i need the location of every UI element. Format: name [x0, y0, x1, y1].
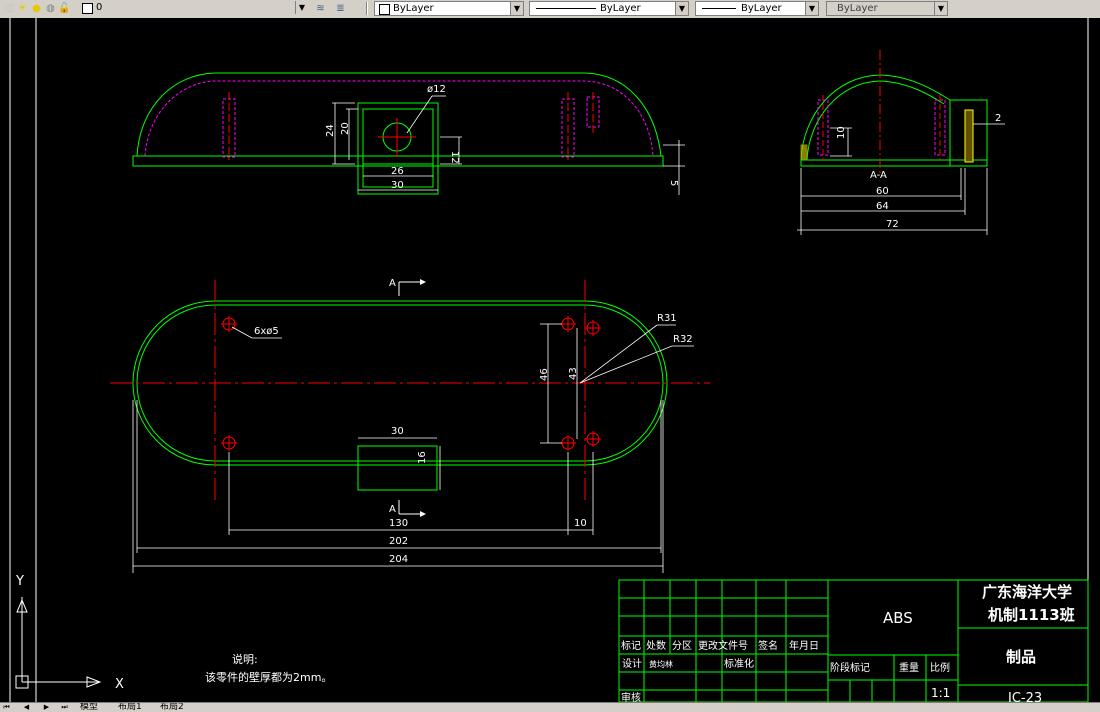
section-label-aa: A-A — [870, 170, 887, 181]
scale-value: 1:1 — [931, 686, 950, 700]
lightbulb-icon[interactable]: ☀ — [16, 2, 29, 15]
header-mark: 标记 — [621, 640, 641, 652]
drawing-canvas[interactable]: ø12 24 20 12 26 30 5 10 2 A-A 60 64 72 A… — [0, 18, 1100, 702]
chevron-down-icon[interactable]: ▼ — [295, 1, 308, 14]
plan-view-dim-labels: A A 6xø5 R31 R32 46 43 30 16 130 10 202 … — [254, 278, 693, 565]
drawing-frame — [9, 18, 1089, 702]
dim-10-plan: 10 — [574, 518, 587, 529]
drawing-svg: ø12 24 20 12 26 30 5 10 2 A-A 60 64 72 A… — [9, 18, 1089, 702]
header-signature: 签名 — [758, 639, 778, 652]
layer-previous-icon[interactable]: ≣ — [334, 2, 347, 15]
notes: 说明: 该零件的壁厚都为2mm。 — [205, 652, 332, 684]
header-zone: 分区 — [672, 640, 692, 652]
side-view — [800, 50, 988, 175]
dim-16: 16 — [417, 451, 428, 464]
header-date: 年月日 — [789, 639, 819, 652]
color-swatch — [379, 4, 390, 15]
dim-30-plan: 30 — [391, 426, 404, 437]
color-control-dropdown[interactable]: ByLayer ▼ — [374, 1, 524, 16]
dim-26: 26 — [391, 166, 404, 177]
dim-204: 204 — [389, 554, 408, 565]
review-label: 审核 — [621, 691, 641, 702]
dim-2: 2 — [995, 113, 1001, 124]
chevron-down-icon[interactable]: ▼ — [934, 2, 947, 15]
dim-64: 64 — [876, 201, 889, 212]
layer-dropdown[interactable]: 0 ▼ — [72, 1, 308, 16]
section-mark-top: A — [389, 278, 396, 289]
standard-label: 标准化 — [724, 657, 754, 670]
chevron-down-icon[interactable]: ▼ — [675, 2, 688, 15]
color-value: ByLayer — [393, 3, 434, 14]
dim-r32: R32 — [673, 334, 693, 345]
design-label: 设计 — [622, 657, 642, 670]
notes-text: 该零件的壁厚都为2mm。 — [205, 670, 332, 684]
chevron-down-icon[interactable]: ▼ — [510, 2, 523, 15]
layer-color-swatch — [82, 3, 93, 14]
lineweight-control-dropdown[interactable]: ByLayer ▼ — [695, 1, 819, 16]
layer-state-icon[interactable]: ◫ — [3, 2, 16, 15]
ucs-y-label: Y — [15, 574, 24, 589]
plan-view-dimensions — [132, 323, 694, 573]
class-name: 机制1113班 — [988, 606, 1075, 624]
dim-12: 12 — [449, 151, 460, 164]
front-view-dimensions — [332, 95, 685, 195]
dim-46: 46 — [539, 368, 550, 381]
part-name: 制品 — [1006, 648, 1036, 666]
dim-30-top: 30 — [391, 180, 404, 191]
designer-name: 黄均林 — [649, 659, 673, 669]
dim-24: 24 — [325, 124, 336, 137]
notes-title: 说明: — [232, 652, 258, 666]
dim-202: 202 — [389, 536, 408, 547]
dim-43: 43 — [568, 367, 579, 380]
dim-72: 72 — [886, 219, 899, 230]
lineweight-sample — [702, 8, 736, 9]
dim-130: 130 — [389, 518, 408, 529]
plotstyle-control-dropdown[interactable]: ByLayer ▼ — [826, 1, 948, 16]
dim-20: 20 — [340, 122, 351, 135]
stage-label: 阶段标记 — [830, 661, 870, 674]
weight-label: 重量 — [899, 661, 919, 674]
freeze-icon[interactable]: ◍ — [44, 2, 57, 15]
lock-icon[interactable]: 🔓 — [58, 2, 71, 15]
make-current-layer-icon[interactable]: ≋ — [314, 2, 327, 15]
side-view-dim-labels: 10 2 A-A 60 64 72 — [836, 113, 1001, 230]
plan-view — [110, 279, 710, 517]
material-label: ABS — [883, 609, 913, 627]
header-count: 处数 — [646, 639, 666, 652]
dim-r31: R31 — [657, 313, 677, 324]
section-mark-bottom: A — [389, 504, 396, 515]
dim-60: 60 — [876, 186, 889, 197]
linetype-sample — [536, 8, 596, 9]
linetype-control-dropdown[interactable]: ByLayer ▼ — [529, 1, 689, 16]
hole-note: 6xø5 — [254, 326, 279, 337]
dim-phi12: ø12 — [427, 84, 446, 95]
separator — [366, 2, 368, 15]
layer-name: 0 — [96, 2, 103, 13]
scale-label: 比例 — [930, 661, 950, 674]
lineweight-value: ByLayer — [741, 3, 782, 14]
school-name: 广东海洋大学 — [982, 583, 1072, 601]
sun-icon[interactable]: ● — [30, 2, 43, 15]
chevron-down-icon[interactable]: ▼ — [805, 2, 818, 15]
plotstyle-value: ByLayer — [837, 3, 878, 14]
ucs-icon — [15, 597, 102, 689]
dim-5: 5 — [668, 180, 679, 186]
ucs-x-label: X — [115, 677, 124, 692]
linetype-value: ByLayer — [600, 3, 641, 14]
header-change-doc: 更改文件号 — [698, 639, 748, 652]
drawing-number: JC-23 — [1007, 691, 1042, 702]
dim-10-side: 10 — [836, 126, 847, 139]
properties-toolbar: ◫ ☀ ● ◍ 🔓 0 ▼ ≋ ≣ ByLayer ▼ ByLayer ▼ By… — [0, 0, 1100, 19]
title-block-text: ABS 广东海洋大学 机制1113班 制品 JC-23 1:1 标记 处数 分区… — [621, 583, 1075, 702]
